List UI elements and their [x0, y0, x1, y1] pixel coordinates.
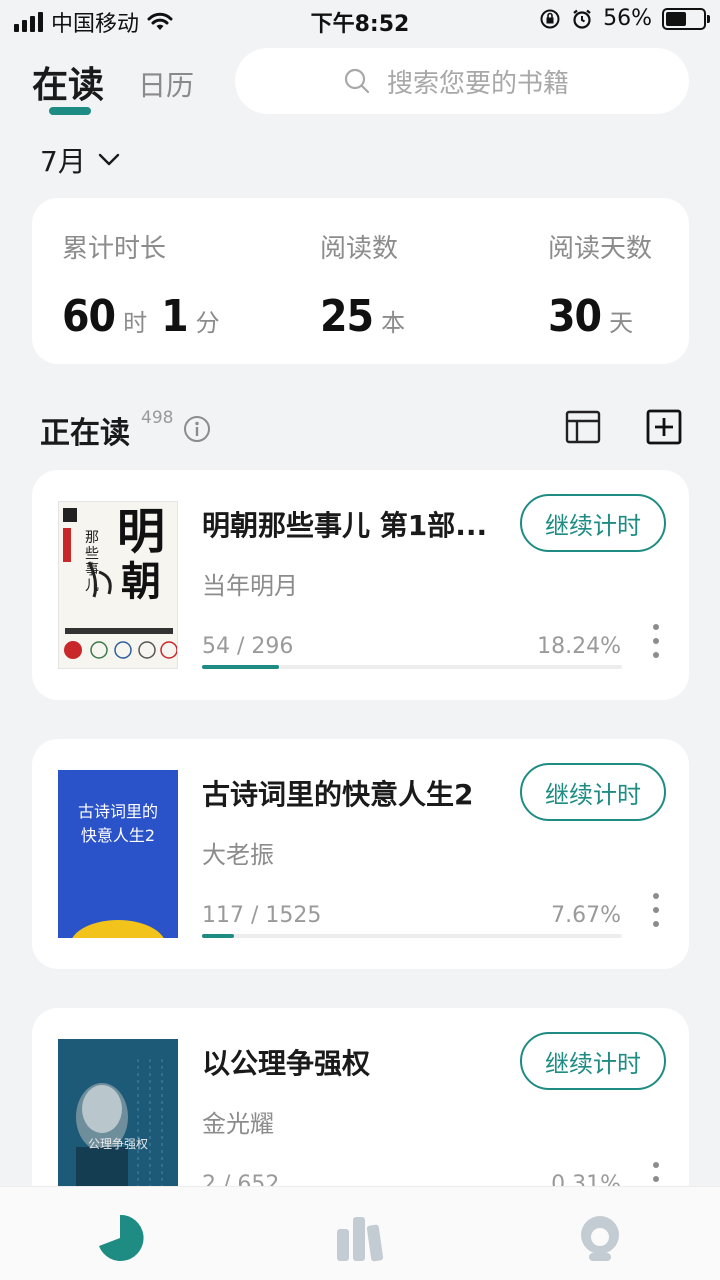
- stats-card: 累计时长 60 时 1 分 阅读数 25 本 阅读天数 30 天: [32, 198, 689, 364]
- stat-books: 阅读数 25 本: [320, 228, 405, 342]
- status-left: 中国移动: [14, 6, 173, 38]
- days-value: 30: [548, 291, 602, 342]
- stat-value: 60 时 1 分: [62, 291, 220, 342]
- book-card[interactable]: 古诗词里的 快意人生2 古诗词里的快意人生2 大老振 继续计时 117 / 15…: [32, 739, 689, 969]
- bar-chart-icon[interactable]: [335, 1213, 385, 1263]
- book-author: 金光耀: [202, 1110, 274, 1138]
- cover-subtitle: 那些事儿: [85, 530, 99, 594]
- carrier-label: 中国移动: [51, 12, 140, 37]
- tab-reading[interactable]: 在读: [32, 56, 104, 108]
- progress-bar: [202, 665, 622, 669]
- profile-icon[interactable]: [575, 1213, 625, 1263]
- progress-pages: 54 / 296: [202, 634, 294, 659]
- minutes-value: 1: [161, 291, 189, 342]
- continue-timing-button[interactable]: 继续计时: [520, 494, 666, 552]
- battery-percent: 56%: [603, 6, 652, 31]
- more-options-icon[interactable]: [650, 893, 662, 927]
- search-placeholder: 搜索您要的书籍: [387, 68, 570, 99]
- cover-title-top: 明: [117, 504, 166, 560]
- hours-unit: 时: [123, 309, 148, 337]
- tab-calendar[interactable]: 日历: [138, 64, 194, 104]
- minutes-unit: 分: [195, 309, 220, 337]
- layout-icon[interactable]: [565, 409, 601, 445]
- stat-label: 累计时长: [62, 234, 167, 264]
- book-card[interactable]: 明 朝 那些事儿 明朝那些事儿 第1部... 当年明月 继续计时 54 / 29…: [32, 470, 689, 700]
- search-input[interactable]: 搜索您要的书籍: [235, 48, 689, 114]
- progress-fill: [202, 934, 235, 938]
- add-book-icon[interactable]: [646, 409, 682, 445]
- books-unit: 本: [381, 309, 406, 337]
- cover-text: 公理争强权: [88, 1137, 149, 1151]
- section-count: 498: [141, 408, 174, 428]
- progress-bar: [202, 934, 622, 938]
- book-title[interactable]: 古诗词里的快意人生2: [202, 773, 512, 813]
- tab-active-indicator: [49, 107, 91, 115]
- chevron-down-icon: [98, 153, 120, 166]
- search-icon: [344, 68, 370, 94]
- more-options-icon[interactable]: [650, 624, 662, 658]
- book-author: 大老振: [202, 841, 274, 869]
- progress-fill: [202, 665, 279, 669]
- signal-icon: [14, 12, 43, 32]
- month-label: 7月: [40, 145, 86, 178]
- progress-percent: 18.24%: [537, 634, 621, 659]
- month-selector[interactable]: 7月: [40, 140, 120, 180]
- continue-timing-button[interactable]: 继续计时: [520, 1032, 666, 1090]
- alarm-icon: [573, 9, 591, 29]
- stat-label: 阅读天数: [548, 234, 653, 264]
- continue-timing-button[interactable]: 继续计时: [520, 763, 666, 821]
- status-right: 56%: [539, 6, 710, 31]
- cover-art: [58, 770, 178, 938]
- info-icon[interactable]: [183, 415, 211, 443]
- book-author: 当年明月: [202, 572, 298, 600]
- rotation-lock-icon: [540, 9, 560, 28]
- section-title: 正在读: [40, 416, 130, 451]
- book-cover[interactable]: 古诗词里的 快意人生2: [58, 770, 178, 938]
- cover-art: [58, 1039, 178, 1207]
- hours-value: 60: [62, 291, 116, 342]
- days-unit: 天: [609, 309, 634, 337]
- bottom-nav: [0, 1186, 720, 1280]
- battery-icon: [662, 7, 710, 30]
- progress-percent: 7.67%: [551, 903, 621, 928]
- stat-label: 阅读数: [320, 234, 399, 264]
- status-bar: 中国移动 下午8:52 56%: [0, 0, 720, 40]
- pie-chart-icon[interactable]: [95, 1213, 145, 1263]
- stat-total-time: 累计时长 60 时 1 分: [62, 228, 220, 342]
- books-value: 25: [320, 291, 374, 342]
- book-cover[interactable]: 公理争强权: [58, 1039, 178, 1207]
- stat-value: 25 本: [320, 291, 405, 342]
- wifi-icon: [147, 12, 173, 30]
- cover-line-1: 古诗词里的: [77, 802, 158, 821]
- cover-title-bottom: 朝: [121, 558, 161, 605]
- stat-days: 阅读天数 30 天: [548, 228, 652, 342]
- stat-value: 30 天: [548, 291, 652, 342]
- cover-line-2: 快意人生2: [80, 826, 156, 845]
- book-title[interactable]: 明朝那些事儿 第1部...: [202, 504, 502, 544]
- book-title[interactable]: 以公理争强权: [202, 1042, 502, 1082]
- book-cover[interactable]: 明 朝 那些事儿: [58, 501, 178, 669]
- cover-text: 古诗词里的 快意人生2: [58, 800, 178, 848]
- progress-pages: 117 / 1525: [202, 903, 322, 928]
